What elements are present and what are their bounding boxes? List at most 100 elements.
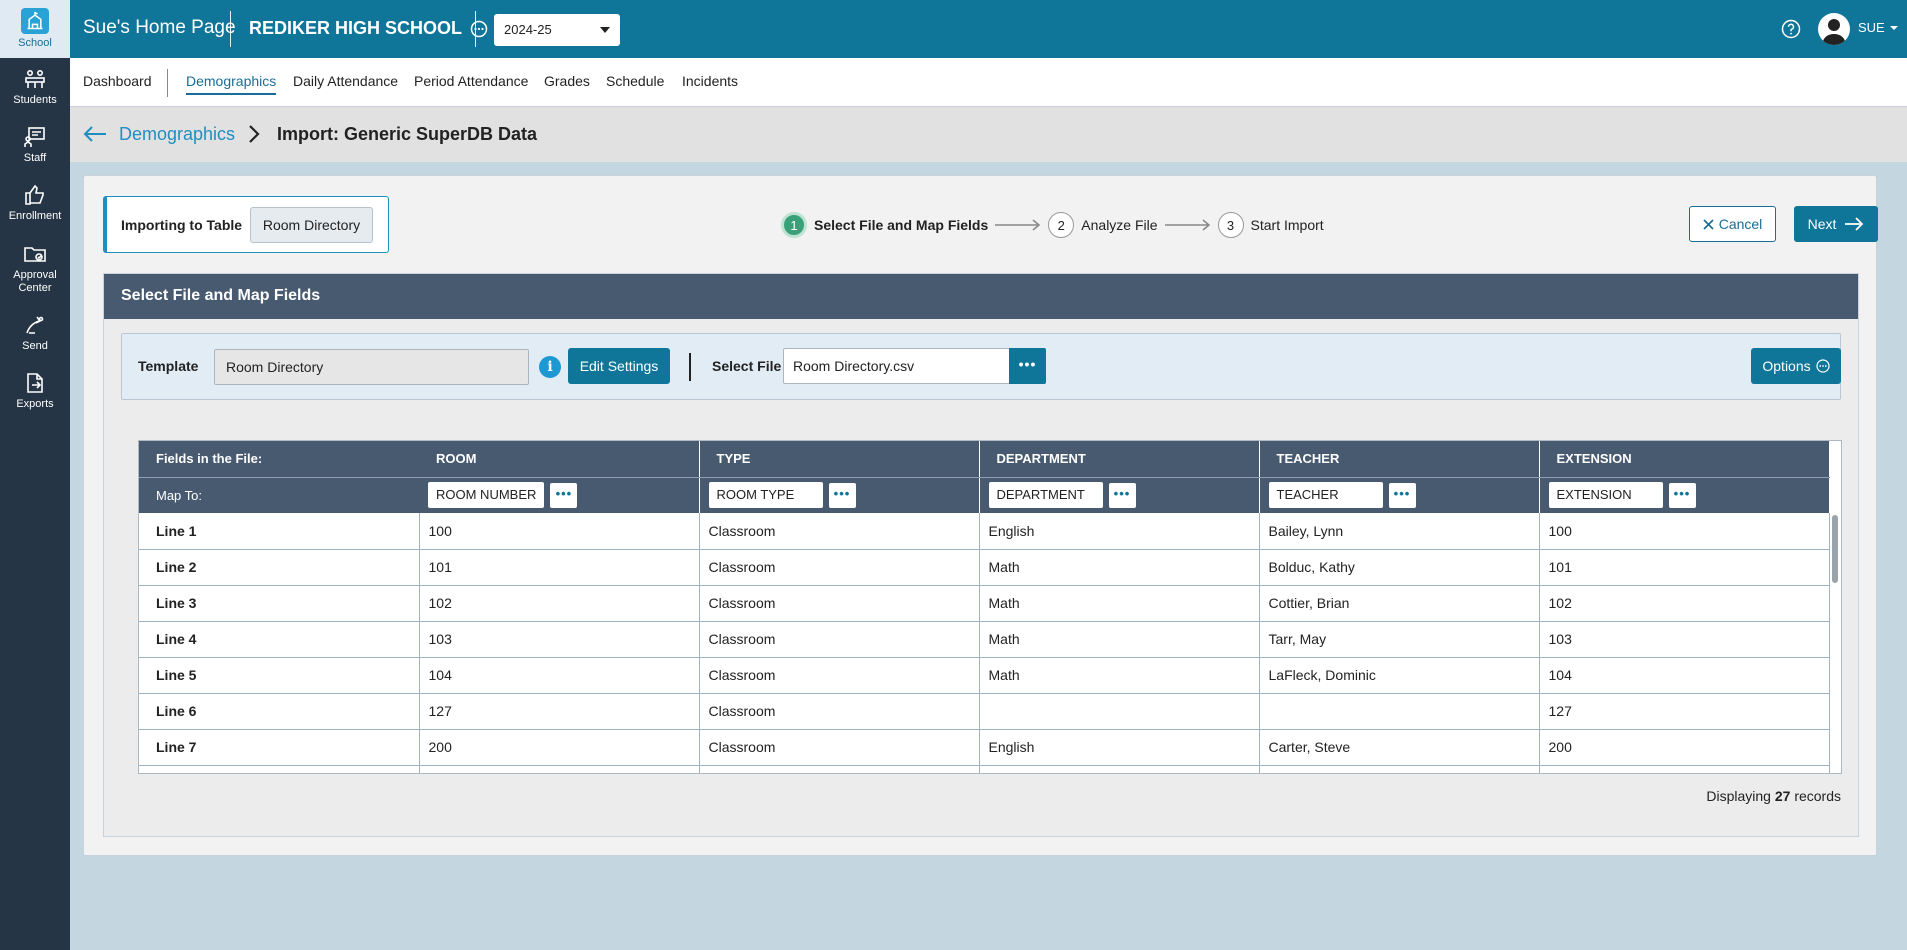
map-options-button[interactable]: ••• (1668, 482, 1696, 508)
rail-item-exports[interactable]: Exports (0, 362, 70, 420)
edit-settings-button[interactable]: Edit Settings (568, 348, 670, 384)
wizard-steps: 1 Select File and Map Fields 2 Analyze F… (781, 211, 1324, 239)
map-options-button[interactable]: ••• (1388, 482, 1416, 508)
step-3-number: 3 (1217, 212, 1244, 238)
line-label: Line 5 (139, 657, 420, 694)
tab-grades[interactable]: Grades (544, 73, 590, 89)
template-field[interactable]: Room Directory (214, 349, 529, 385)
table-cell: Classroom (699, 549, 980, 586)
breadcrumb: Demographics Import: Generic SuperDB Dat… (70, 107, 1907, 162)
mapping-grid: Fields in the File: ROOM TYPE DEPARTMENT… (138, 440, 1842, 774)
select-file-label: Select File (712, 358, 782, 374)
next-button[interactable]: Next (1794, 206, 1878, 242)
folder-approval-icon (24, 247, 46, 262)
school-selector[interactable]: REDIKER HIGH SCHOOL (249, 18, 488, 39)
line-label: Line 3 (139, 585, 420, 622)
column-header: EXTENSION (1539, 441, 1830, 478)
rail-item-approval-center[interactable]: Approval Center (0, 232, 70, 304)
rail-label: Approval Center (13, 268, 57, 294)
record-count: Displaying 27 records (1706, 788, 1841, 804)
step-2-label: Analyze File (1081, 217, 1158, 233)
options-label: Options (1762, 358, 1811, 374)
map-to-label: Map To: (139, 477, 419, 513)
school-name: REDIKER HIGH SCHOOL (249, 18, 463, 38)
rail-item-students[interactable]: Students (0, 58, 70, 116)
browse-file-button[interactable]: ••• (1009, 348, 1046, 384)
home-page-title[interactable]: Sue's Home Page (83, 17, 236, 39)
breadcrumb-demographics-link[interactable]: Demographics (119, 124, 235, 145)
rail-item-school[interactable]: School (0, 0, 70, 58)
select-file-field[interactable]: Room Directory.csv (783, 348, 1010, 384)
column-header: TEACHER (1259, 441, 1540, 478)
back-arrow-icon[interactable] (82, 125, 108, 143)
school-year-value: 2024-25 (504, 22, 552, 37)
rail-item-staff[interactable]: Staff (0, 116, 70, 174)
tab-incidents[interactable]: Incidents (682, 73, 738, 89)
map-field-select[interactable]: DEPARTMENT (988, 482, 1103, 509)
tab-daily-attendance[interactable]: Daily Attendance (293, 73, 398, 89)
map-field-select[interactable]: EXTENSION (1548, 482, 1663, 509)
rail-item-enrollment[interactable]: Enrollment (0, 174, 70, 232)
thumbs-up-icon (25, 184, 44, 205)
step-1-number: 1 (781, 212, 807, 238)
template-label: Template (138, 358, 199, 374)
caret-down-icon (1889, 25, 1898, 30)
table-row: Line 2 101 Classroom Math Bolduc, Kathy 101 (139, 549, 1830, 586)
next-label: Next (1807, 216, 1837, 232)
nav-tabs: Dashboard Demographics Daily Attendance … (70, 58, 1907, 107)
avatar[interactable] (1818, 13, 1850, 45)
table-cell: Classroom (699, 621, 980, 658)
school-year-select[interactable]: 2024-25 (494, 14, 620, 46)
table-cell: 102 (419, 585, 700, 622)
map-options-button[interactable]: ••• (550, 482, 578, 508)
table-cell: English (979, 729, 1260, 766)
map-field-select[interactable]: ROOM TYPE (708, 482, 823, 509)
info-icon[interactable]: i (539, 356, 561, 378)
cancel-button[interactable]: Cancel (1689, 206, 1776, 242)
rail-label: Enrollment (8, 210, 62, 223)
chevron-right-icon (249, 125, 260, 143)
map-options-button[interactable]: ••• (1108, 482, 1136, 508)
table-row: Line 4 103 Classroom Math Tarr, May 103 (139, 621, 1830, 658)
importing-to-value: Room Directory (250, 207, 373, 243)
map-to-cell: TEACHER ••• (1259, 477, 1540, 513)
map-field-select[interactable]: ROOM NUMBER (428, 482, 545, 509)
mapping-table: Fields in the File: ROOM TYPE DEPARTMENT… (139, 441, 1830, 773)
table-body: Line 1 100 Classroom English Bailey, Lynn 100… (139, 513, 1830, 773)
left-rail: School Students Staff Enrollment Approva… (0, 0, 70, 950)
scrollbar[interactable] (1832, 515, 1838, 583)
display-suffix: records (1794, 788, 1841, 804)
table-cell: 200 (419, 729, 700, 766)
line-label: Line 2 (139, 549, 420, 586)
line-label: Line 7 (139, 729, 420, 766)
tab-demographics[interactable]: Demographics (186, 73, 277, 95)
table-cell: LaFleck, Dominic (1259, 657, 1540, 694)
rail-label: Send (22, 340, 48, 353)
table-cell: 127 (419, 693, 700, 730)
table-cell: Classroom (699, 657, 980, 694)
line-label: Line 4 (139, 621, 420, 658)
export-icon (27, 373, 43, 393)
page-title: Import: Generic SuperDB Data (277, 124, 538, 144)
line-label (139, 765, 420, 773)
rail-item-send[interactable]: Send (0, 304, 70, 362)
table-cell: Carter, Steve (1259, 729, 1540, 766)
caret-down-icon (600, 27, 610, 33)
table-cell: 101 (419, 549, 700, 586)
options-button[interactable]: Options (1751, 348, 1841, 384)
user-menu[interactable]: SUE (1858, 20, 1899, 35)
table-row: Line 1 100 Classroom English Bailey, Lynn 100 (139, 513, 1830, 550)
column-header: TYPE (699, 441, 980, 478)
tab-dashboard[interactable]: Dashboard (83, 73, 152, 89)
map-field-select[interactable]: TEACHER (1268, 482, 1383, 509)
divider (475, 11, 476, 47)
help-icon[interactable] (1781, 19, 1801, 39)
tab-schedule[interactable]: Schedule (606, 73, 664, 89)
importing-to-label: Importing to Table (121, 217, 243, 233)
table-cell: 103 (1539, 621, 1830, 658)
table-cell: Math (979, 621, 1260, 658)
map-options-button[interactable]: ••• (828, 482, 856, 508)
rail-label: School (18, 37, 52, 50)
step-1-label: Select File and Map Fields (814, 217, 989, 233)
tab-period-attendance[interactable]: Period Attendance (414, 73, 528, 89)
